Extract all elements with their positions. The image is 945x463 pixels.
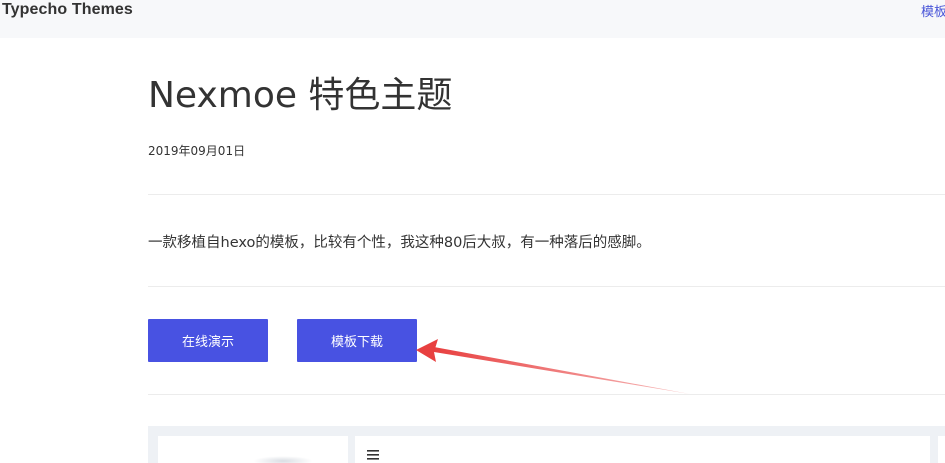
- post-date: 2019年09月01日: [148, 144, 246, 158]
- divider: [148, 394, 945, 395]
- site-brand[interactable]: Typecho Themes: [2, 1, 133, 19]
- preview-avatar-blur: [253, 456, 313, 463]
- divider: [148, 286, 945, 287]
- top-navbar: Typecho Themes 模板: [0, 0, 945, 38]
- post-title: Nexmoe 特色主题: [148, 75, 453, 116]
- theme-preview-image: [148, 426, 945, 463]
- preview-content: [355, 436, 930, 463]
- preview-edge: [938, 436, 945, 463]
- divider: [148, 194, 945, 195]
- annotation-arrow-head: [416, 339, 438, 362]
- hamburger-menu-icon: [367, 450, 379, 460]
- post-description: 一款移植自hexo的模板，比较有个性，我这种80后大叔，有一种落后的感脚。: [148, 235, 651, 251]
- annotation-arrow-shaft: [434, 347, 690, 394]
- online-demo-button[interactable]: 在线演示: [148, 319, 268, 362]
- preview-sidebar: [158, 436, 348, 463]
- nav-link-templates[interactable]: 模板: [921, 1, 945, 20]
- template-download-button[interactable]: 模板下载: [297, 319, 417, 362]
